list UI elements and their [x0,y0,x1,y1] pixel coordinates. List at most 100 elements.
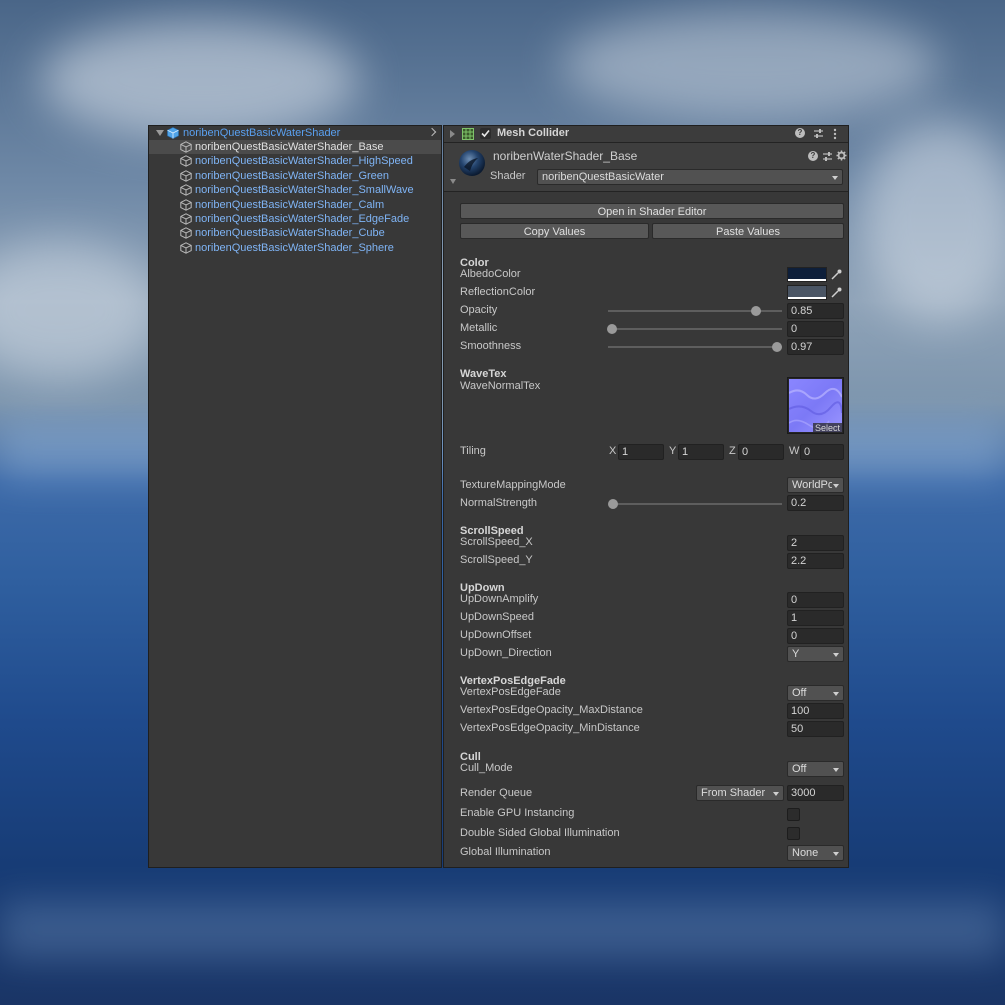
metallic-label: Metallic [460,322,498,334]
prefab-icon [167,127,179,139]
vpef-min-field[interactable]: 50 [787,721,844,737]
smoothness-slider[interactable] [608,342,782,352]
hierarchy-item[interactable]: noribenQuestBasicWaterShader_Calm [149,198,441,212]
wave-normal-texture-slot[interactable]: Select [787,377,844,434]
chevron-down-icon [833,653,839,657]
updown-offset-label: UpDownOffset [460,629,532,641]
metallic-slider[interactable] [607,324,782,334]
smoothness-label: Smoothness [460,340,522,352]
slider-knob[interactable] [607,324,617,334]
checkmark-icon [481,129,490,138]
preset-icon[interactable] [822,151,833,162]
tiling-w-field[interactable]: 0 [800,444,844,460]
slider-knob[interactable] [608,499,619,509]
tiling-z-field[interactable]: 0 [738,444,784,460]
cube-icon [180,170,192,182]
hierarchy-item[interactable]: noribenQuestBasicWaterShader_EdgeFade [149,212,441,226]
smoothness-field[interactable]: 0.97 [787,339,844,355]
hierarchy-item[interactable]: noribenQuestBasicWaterShader_Sphere [149,241,441,255]
scrolly-field[interactable]: 2.2 [787,553,844,569]
updown-amp-field[interactable]: 0 [787,592,844,608]
chevron-right-icon[interactable] [427,127,437,137]
preset-icon[interactable] [813,128,824,139]
shader-dropdown-value: noribenQuestBasicWater [542,171,664,183]
cull-label: Cull_Mode [460,762,513,774]
updown-offset-field[interactable]: 0 [787,628,844,644]
opacity-field[interactable]: 0.85 [787,303,844,319]
cull-dropdown[interactable]: Off [787,761,844,777]
eyedropper-icon[interactable] [830,286,843,299]
component-enabled-checkbox[interactable] [480,128,491,139]
albedo-label: AlbedoColor [460,268,521,280]
chevron-down-icon [833,852,839,856]
hierarchy-item-label: noribenQuestBasicWaterShader_SmallWave [195,184,414,197]
copy-values-button[interactable]: Copy Values [460,223,649,239]
double-sided-gi-checkbox[interactable] [787,827,800,840]
hierarchy-item[interactable]: noribenQuestBasicWaterShader_Base [149,140,441,154]
cube-icon [180,242,192,254]
opacity-slider[interactable] [608,306,782,316]
sky-cloud [40,20,360,140]
global-illum-value: None [792,847,819,859]
kebab-menu-icon[interactable] [833,128,837,140]
paste-values-button[interactable]: Paste Values [652,223,844,239]
component-header[interactable]: Mesh Collider ? [444,126,848,143]
expand-arrow-icon[interactable] [156,130,164,136]
gear-icon[interactable] [836,150,847,161]
hierarchy-item[interactable]: noribenQuestBasicWaterShader_Cube [149,226,441,240]
metallic-field[interactable]: 0 [787,321,844,337]
hierarchy-item[interactable]: noribenQuestBasicWaterShader_HighSpeed [149,154,441,168]
help-icon[interactable]: ? [808,151,818,161]
hierarchy-item-label: noribenQuestBasicWaterShader_Cube [195,227,385,240]
updown-dir-label: UpDown_Direction [460,647,552,659]
updown-amp-label: UpDownAmplify [460,593,539,605]
hierarchy-root-row[interactable]: noribenQuestBasicWaterShader [149,126,441,140]
eyedropper-icon[interactable] [830,268,843,281]
global-illum-dropdown[interactable]: None [787,845,844,861]
tiling-w-label: W [789,445,800,457]
vpef-max-label: VertexPosEdgeOpacity_MaxDistance [460,704,643,716]
chevron-down-icon [833,692,839,696]
hierarchy-item[interactable]: noribenQuestBasicWaterShader_SmallWave [149,183,441,197]
updown-dir-dropdown[interactable]: Y [787,646,844,662]
vpef-min-label: VertexPosEdgeOpacity_MinDistance [460,722,640,734]
chevron-down-icon [832,176,838,180]
texmap-dropdown[interactable]: WorldPo [787,477,844,493]
scrolly-label: ScrollSpeed_Y [460,554,533,566]
texture-select-button[interactable]: Select [812,423,842,433]
material-header: noribenWaterShader_Base ? Shader noriben… [444,143,848,192]
normalstrength-field[interactable]: 0.2 [787,495,844,511]
tiling-label: Tiling [460,445,486,457]
component-title: Mesh Collider [497,127,570,139]
updown-speed-field[interactable]: 1 [787,610,844,626]
render-queue-label: Render Queue [460,787,533,799]
updown-speed-label: UpDownSpeed [460,611,534,623]
cube-icon [180,184,192,196]
vpef-max-field[interactable]: 100 [787,703,844,719]
tiling-x-field[interactable]: 1 [618,444,664,460]
vpef-dropdown[interactable]: Off [787,685,844,701]
open-shader-editor-button[interactable]: Open in Shader Editor [460,203,844,219]
shader-label: Shader [490,170,526,182]
hierarchy-panel: noribenQuestBasicWaterShader noribenQues… [148,125,442,868]
vpef-label: VertexPosEdgeFade [460,686,561,698]
hierarchy-item[interactable]: noribenQuestBasicWaterShader_Green [149,169,441,183]
tiling-y-field[interactable]: 1 [678,444,724,460]
render-queue-mode-value: From Shader [701,787,766,799]
reflection-color-swatch[interactable] [787,285,827,300]
albedo-color-swatch[interactable] [787,267,827,282]
wavetex-section-header: WaveTex [460,368,507,380]
foldout-arrow-icon[interactable] [450,130,455,138]
help-icon[interactable]: ? [795,128,805,138]
normalstrength-slider[interactable] [608,499,782,509]
water-sheen [0,900,1005,960]
render-queue-mode-dropdown[interactable]: From Shader [696,785,784,801]
material-foldout-arrow[interactable] [450,179,456,184]
render-queue-field[interactable]: 3000 [787,785,844,801]
scrollx-field[interactable]: 2 [787,535,844,551]
hierarchy-item-label: noribenQuestBasicWaterShader_EdgeFade [195,213,410,225]
shader-dropdown[interactable]: noribenQuestBasicWater [537,169,843,185]
slider-knob[interactable] [750,306,761,316]
gpu-instancing-checkbox[interactable] [787,808,800,821]
slider-knob[interactable] [771,342,782,352]
